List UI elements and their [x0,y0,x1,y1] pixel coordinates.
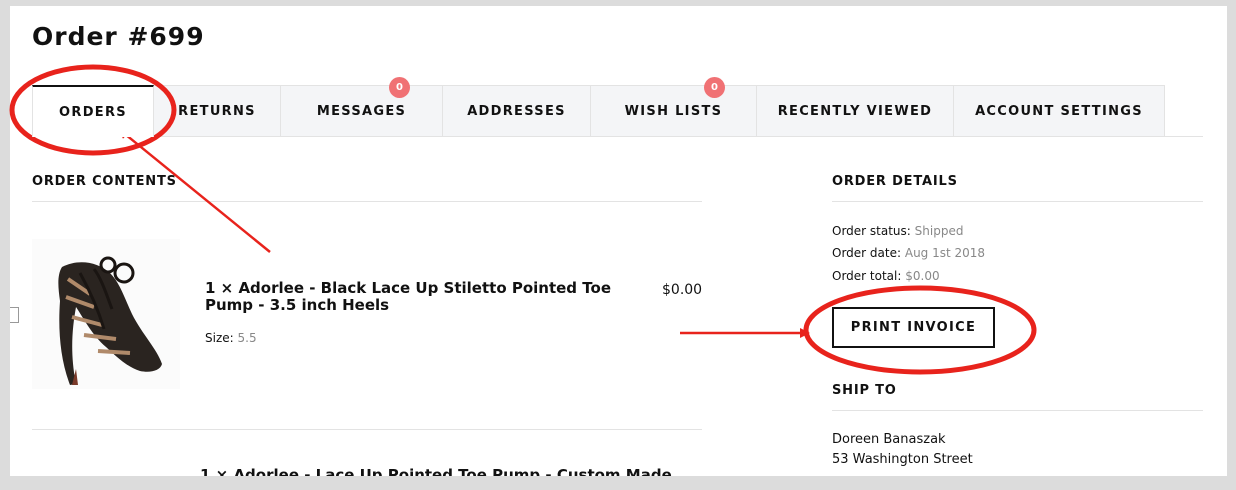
tab-orders-label: Orders [59,104,127,120]
orders-tab-arrow [118,128,271,253]
print-invoice-highlight-circle [803,285,1037,375]
tab-orders[interactable]: Orders [32,85,154,137]
annotation-overlay [9,64,1037,375]
